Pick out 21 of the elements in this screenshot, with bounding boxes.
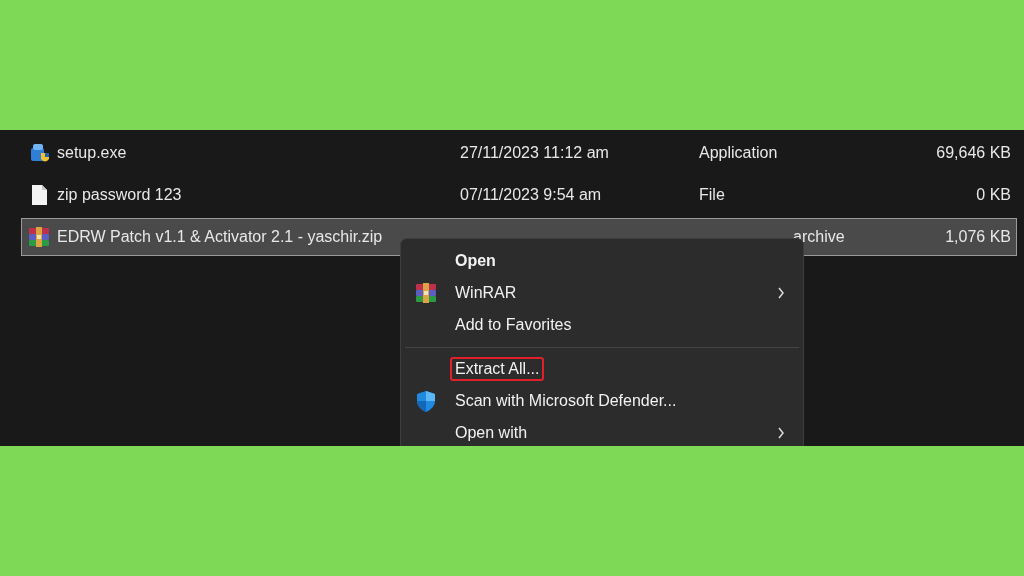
file-name: EDRW Patch v1.1 & Activator 2.1 - yaschir.zip — [57, 228, 384, 246]
date-modified: 07/11/2023 9:54 am — [460, 186, 603, 204]
file-size: 1,076 KB — [945, 228, 1011, 246]
menu-item[interactable]: Scan with Microsoft Defender... — [450, 389, 682, 413]
highlighted-menu-item[interactable]: Extract All... — [450, 357, 545, 381]
file-type: Application — [699, 144, 779, 162]
installer-box-icon — [28, 142, 50, 164]
menu-item[interactable]: Open with — [450, 421, 533, 445]
date-modified: 27/11/2023 11:12 am — [460, 144, 610, 162]
file-row[interactable]: setup.exe 27/11/2023 11:12 am Application 69,646 KB — [21, 134, 1017, 172]
file-type: File — [699, 186, 726, 204]
menu-item[interactable]: WinRAR — [450, 281, 522, 305]
shield-icon — [415, 390, 437, 412]
file-size: 69,646 KB — [936, 144, 1011, 162]
menu-item[interactable]: Add to Favorites — [450, 313, 577, 337]
archive-books-icon — [28, 226, 50, 248]
file-size: 0 KB — [976, 186, 1011, 204]
file-row[interactable]: zip password 123 07/11/2023 9:54 am File 0 KB — [21, 176, 1017, 214]
archive-books-icon — [415, 282, 437, 304]
file-name: zip password 123 — [57, 186, 183, 204]
file-name: setup.exe — [57, 144, 128, 162]
